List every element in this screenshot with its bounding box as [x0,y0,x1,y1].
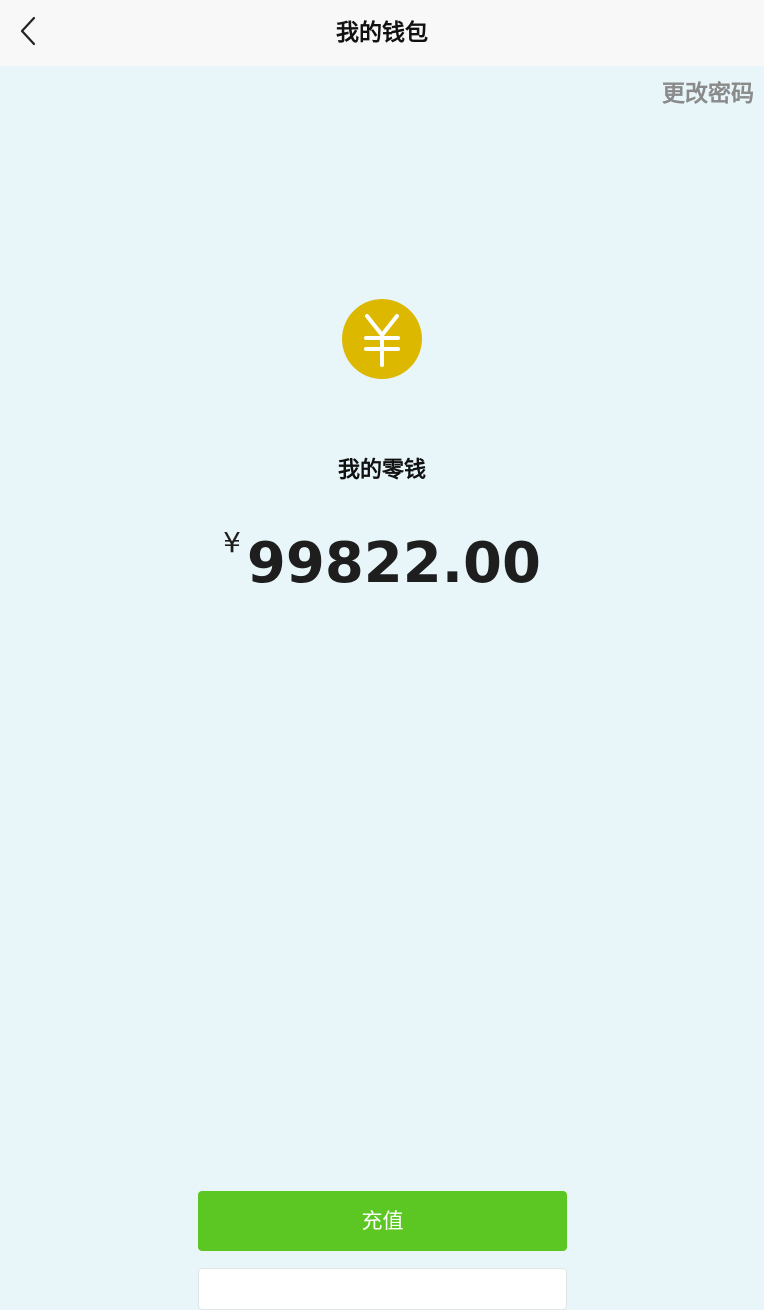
page-title: 我的钱包 [336,20,428,46]
currency-symbol: ¥ [223,526,241,559]
recharge-button[interactable]: 充值 [198,1191,567,1251]
chevron-left-icon [20,16,36,46]
wallet-section-title: 我的零钱 [337,458,426,483]
back-button[interactable] [10,8,50,52]
yuan-coin-icon [342,299,422,379]
secondary-button[interactable] [198,1268,567,1310]
top-navbar: 我的钱包 [0,0,764,66]
balance-display: ¥99822.00 [0,526,764,602]
change-password-link[interactable]: 更改密码 [662,74,754,108]
balance-amount: 99822.00 [246,531,541,596]
